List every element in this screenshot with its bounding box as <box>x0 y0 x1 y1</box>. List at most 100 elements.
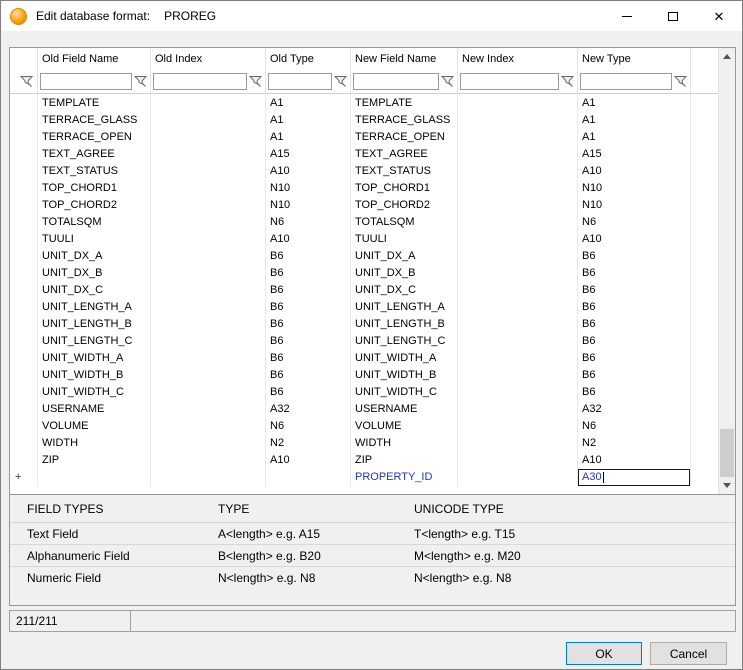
cell-old-type[interactable]: N6 <box>266 417 351 434</box>
cell-new-type[interactable]: N10 <box>578 196 691 213</box>
cell-old-type[interactable]: A10 <box>266 162 351 179</box>
row-selector[interactable] <box>10 298 38 315</box>
cell-new-index[interactable] <box>458 247 578 264</box>
new-type-editor[interactable]: A30 <box>578 469 690 486</box>
cell-old-type[interactable]: A15 <box>266 145 351 162</box>
row-selector[interactable] <box>10 179 38 196</box>
table-row[interactable]: TEMPLATE A1 TEMPLATE A1 <box>10 94 718 111</box>
cell-new-field-name[interactable]: UNIT_DX_C <box>351 281 458 298</box>
cell-new-index[interactable] <box>458 366 578 383</box>
row-selector[interactable] <box>10 247 38 264</box>
cell-old-field-name[interactable]: TOP_CHORD2 <box>38 196 151 213</box>
vertical-scrollbar[interactable] <box>718 48 735 494</box>
cell-old-field-name[interactable]: TEXT_AGREE <box>38 145 151 162</box>
table-row[interactable]: TOP_CHORD2 N10 TOP_CHORD2 N10 <box>10 196 718 213</box>
scroll-up-button[interactable] <box>719 48 735 65</box>
cell-new-field-name[interactable]: UNIT_WIDTH_C <box>351 383 458 400</box>
cell-new-field-name[interactable]: UNIT_WIDTH_A <box>351 349 458 366</box>
cell-new-type[interactable]: A15 <box>578 145 691 162</box>
cancel-button[interactable]: Cancel <box>650 642 727 665</box>
cell-old-field-name[interactable]: TEMPLATE <box>38 94 151 111</box>
filter-funnel-icon[interactable] <box>560 74 575 89</box>
cell-old-index[interactable] <box>151 434 266 451</box>
filter-funnel-icon[interactable] <box>248 74 263 89</box>
cell-old-type[interactable]: B6 <box>266 247 351 264</box>
row-selector[interactable] <box>10 264 38 281</box>
table-row[interactable]: TERRACE_GLASS A1 TERRACE_GLASS A1 <box>10 111 718 128</box>
cell-new-field-name[interactable]: ZIP <box>351 451 458 468</box>
cell-new-index[interactable] <box>458 349 578 366</box>
cell-new-field-name[interactable]: UNIT_LENGTH_C <box>351 332 458 349</box>
row-selector[interactable] <box>10 417 38 434</box>
cell-old-index[interactable] <box>151 196 266 213</box>
cell-new-index[interactable] <box>458 162 578 179</box>
table-row[interactable]: USERNAME A32 USERNAME A32 <box>10 400 718 417</box>
cell-new-type[interactable]: B6 <box>578 315 691 332</box>
cell-old-index[interactable] <box>151 213 266 230</box>
cell-old-index[interactable] <box>151 281 266 298</box>
cell-old-field-name[interactable]: UNIT_DX_C <box>38 281 151 298</box>
cell-old-type[interactable]: N10 <box>266 196 351 213</box>
filter-funnel-icon[interactable] <box>333 74 348 89</box>
cell-old-index[interactable] <box>151 179 266 196</box>
cell-old-field-name[interactable]: USERNAME <box>38 400 151 417</box>
cell-old-type[interactable]: N10 <box>266 179 351 196</box>
row-selector[interactable] <box>10 281 38 298</box>
cell-old-field-name[interactable]: UNIT_LENGTH_A <box>38 298 151 315</box>
cell-new-field-name[interactable]: UNIT_DX_B <box>351 264 458 281</box>
cell-old-type[interactable]: B6 <box>266 264 351 281</box>
table-row[interactable]: UNIT_WIDTH_B B6 UNIT_WIDTH_B B6 <box>10 366 718 383</box>
cell-old-index[interactable] <box>151 366 266 383</box>
cell-old-type[interactable]: A32 <box>266 400 351 417</box>
cell-old-field-name[interactable]: WIDTH <box>38 434 151 451</box>
cell-old-index[interactable] <box>151 468 266 486</box>
cell-old-type[interactable]: B6 <box>266 349 351 366</box>
cell-old-type[interactable]: B6 <box>266 298 351 315</box>
cell-new-type[interactable]: A10 <box>578 451 691 468</box>
cell-new-field-name[interactable]: TEMPLATE <box>351 94 458 111</box>
cell-new-field-name[interactable]: TOTALSQM <box>351 213 458 230</box>
row-selector[interactable] <box>10 145 38 162</box>
cell-old-field-name[interactable]: TERRACE_GLASS <box>38 111 151 128</box>
table-row[interactable]: UNIT_LENGTH_C B6 UNIT_LENGTH_C B6 <box>10 332 718 349</box>
row-selector[interactable] <box>10 332 38 349</box>
header-new-field-name[interactable]: New Field Name <box>351 48 458 70</box>
cell-new-index[interactable] <box>458 179 578 196</box>
cell-old-field-name[interactable]: UNIT_LENGTH_B <box>38 315 151 332</box>
filter-old-index-input[interactable] <box>153 73 247 90</box>
row-selector[interactable] <box>10 196 38 213</box>
table-row[interactable]: TOP_CHORD1 N10 TOP_CHORD1 N10 <box>10 179 718 196</box>
cell-new-field-name[interactable]: TOP_CHORD2 <box>351 196 458 213</box>
cell-old-type[interactable]: N6 <box>266 213 351 230</box>
table-row[interactable]: UNIT_WIDTH_C B6 UNIT_WIDTH_C B6 <box>10 383 718 400</box>
cell-new-type[interactable]: N6 <box>578 417 691 434</box>
header-new-type[interactable]: New Type <box>578 48 691 70</box>
cell-old-field-name[interactable]: UNIT_WIDTH_A <box>38 349 151 366</box>
table-row[interactable]: VOLUME N6 VOLUME N6 <box>10 417 718 434</box>
cell-new-index[interactable] <box>458 468 578 486</box>
cell-new-field-name[interactable]: TEXT_AGREE <box>351 145 458 162</box>
filter-funnel-icon[interactable] <box>440 74 455 89</box>
cell-new-type[interactable]: B6 <box>578 298 691 315</box>
cell-new-field-name[interactable]: PROPERTY_ID <box>351 468 458 486</box>
cell-new-field-name[interactable]: TERRACE_OPEN <box>351 128 458 145</box>
cell-new-field-name[interactable]: UNIT_LENGTH_A <box>351 298 458 315</box>
cell-new-field-name[interactable]: VOLUME <box>351 417 458 434</box>
filter-new-type-input[interactable] <box>580 73 672 90</box>
maximize-button[interactable] <box>650 1 696 31</box>
cell-new-field-name[interactable]: TUULI <box>351 230 458 247</box>
filter-funnel-icon[interactable] <box>133 74 148 89</box>
cell-new-index[interactable] <box>458 400 578 417</box>
cell-old-type[interactable]: B6 <box>266 281 351 298</box>
row-selector[interactable] <box>10 400 38 417</box>
row-selector[interactable] <box>10 366 38 383</box>
header-old-field-name[interactable]: Old Field Name <box>38 48 151 70</box>
cell-old-index[interactable] <box>151 451 266 468</box>
table-row[interactable]: TERRACE_OPEN A1 TERRACE_OPEN A1 <box>10 128 718 145</box>
cell-old-index[interactable] <box>151 315 266 332</box>
row-selector[interactable] <box>10 383 38 400</box>
cell-new-type[interactable]: B6 <box>578 332 691 349</box>
cell-new-index[interactable] <box>458 383 578 400</box>
cell-new-type[interactable]: B6 <box>578 281 691 298</box>
cell-old-type[interactable]: A1 <box>266 94 351 111</box>
